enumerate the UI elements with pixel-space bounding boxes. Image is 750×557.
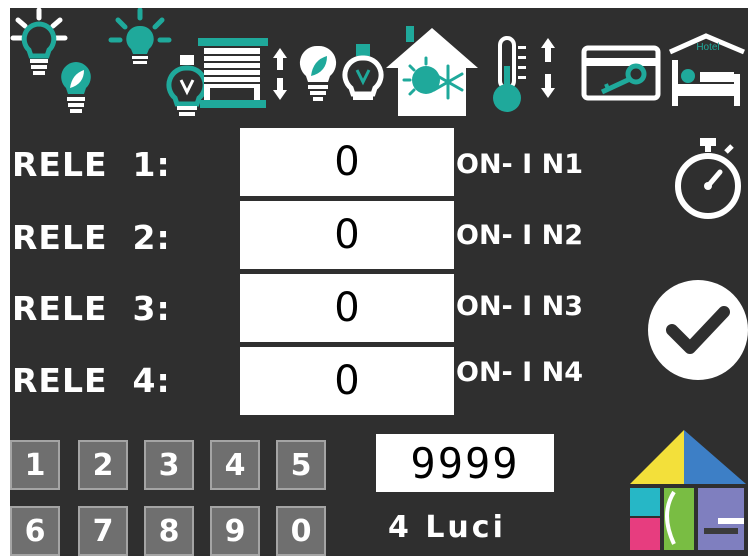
confirm-icon[interactable]: [646, 278, 748, 382]
key-button[interactable]: 1: [10, 440, 60, 490]
key-button[interactable]: 8: [144, 506, 194, 556]
key-button[interactable]: 2: [78, 440, 128, 490]
relay-value-field[interactable]: 0: [240, 201, 454, 269]
relay-label: RELE 1:: [12, 145, 171, 184]
bulb-dimmer-icon[interactable]: [106, 8, 206, 118]
lights-icon[interactable]: [10, 8, 102, 118]
icon-toolbar: Hotel: [10, 8, 748, 120]
key-button[interactable]: 0: [276, 506, 326, 556]
relay-mode-label: ON- I N3: [456, 291, 583, 322]
key-button[interactable]: 3: [144, 440, 194, 490]
keycard-icon[interactable]: [580, 8, 664, 118]
relay-label: RELE 3:: [12, 289, 171, 328]
control-panel-screen: Hotel RELE 1: 0 ON- I N1 RELE 2: 0 ON- I…: [10, 8, 748, 556]
home-logo[interactable]: [620, 428, 748, 556]
relay-mode-label: ON- I N2: [456, 220, 583, 251]
relay-mode-label: ON- I N1: [456, 149, 583, 180]
relay-value-field[interactable]: 0: [240, 274, 454, 342]
relay-mode-label: ON- I N4: [456, 357, 583, 388]
key-button[interactable]: 5: [276, 440, 326, 490]
key-button[interactable]: 9: [210, 506, 260, 556]
relay-value-field[interactable]: 0: [240, 128, 454, 196]
relay-label: RELE 2:: [12, 218, 171, 257]
key-button[interactable]: 7: [78, 506, 128, 556]
code-display[interactable]: 9999: [376, 434, 554, 492]
hotel-sign: Hotel: [696, 42, 719, 53]
shutter-icon[interactable]: [196, 8, 290, 118]
climate-icon[interactable]: [382, 8, 482, 118]
hotel-bed-icon[interactable]: Hotel: [666, 8, 748, 118]
key-button[interactable]: 6: [10, 506, 60, 556]
eco-bulb-icon[interactable]: [294, 8, 386, 118]
thermostat-icon[interactable]: [486, 8, 572, 118]
mode-label: 4 Luci: [388, 510, 506, 545]
relay-label: RELE 4:: [12, 361, 171, 400]
relay-value-field[interactable]: 0: [240, 347, 454, 415]
key-button[interactable]: 4: [210, 440, 260, 490]
timer-icon[interactable]: [670, 132, 746, 224]
